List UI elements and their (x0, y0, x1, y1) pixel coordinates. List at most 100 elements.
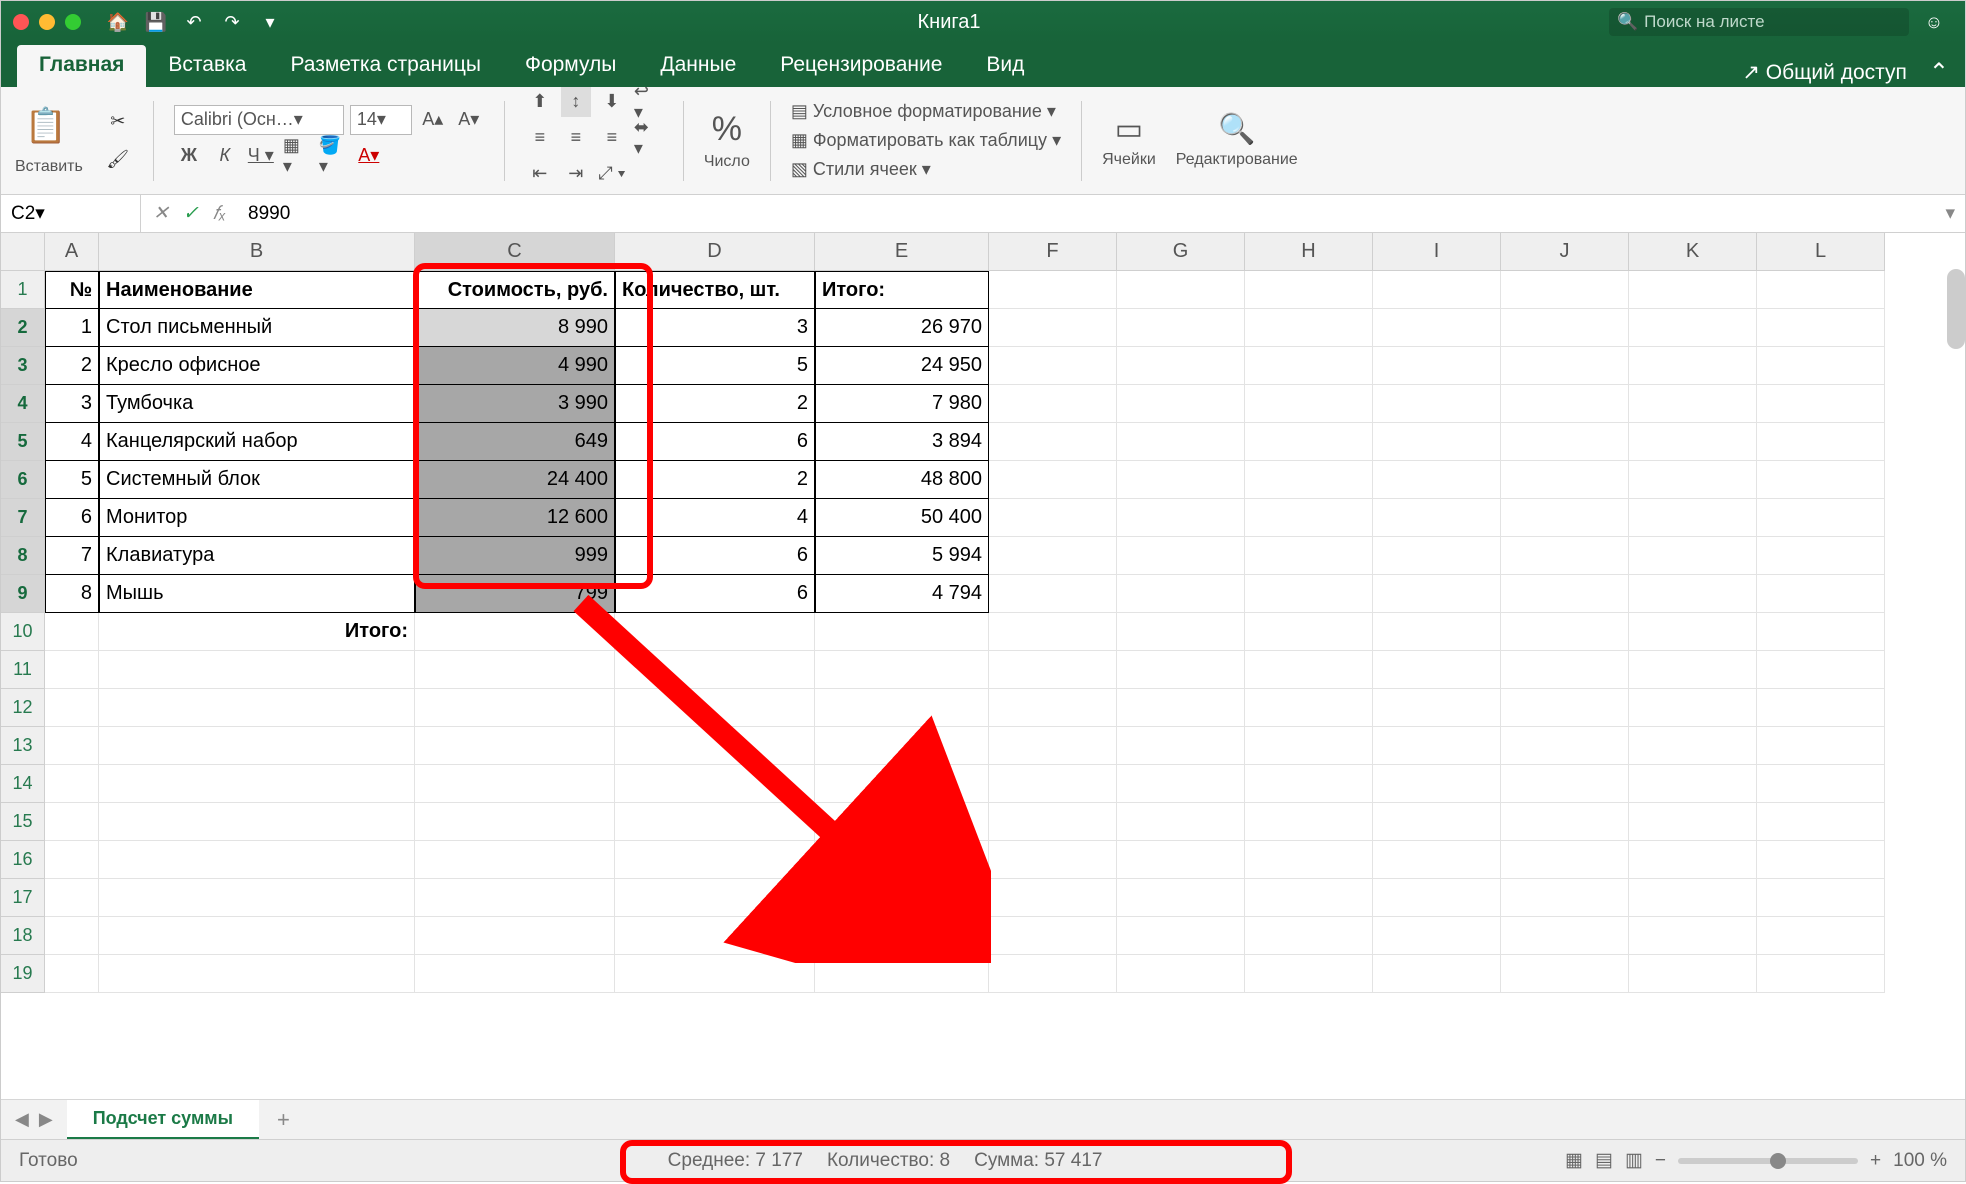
cell[interactable] (815, 651, 989, 689)
col-header[interactable]: K (1629, 233, 1757, 271)
cell[interactable] (989, 879, 1117, 917)
cell[interactable] (45, 955, 99, 993)
cell[interactable] (1245, 575, 1373, 613)
cell[interactable] (815, 841, 989, 879)
col-header[interactable]: J (1501, 233, 1629, 271)
share-button[interactable]: ↗ Общий доступ (1742, 60, 1907, 85)
minimize-icon[interactable] (39, 14, 55, 30)
bold-button[interactable]: Ж (174, 141, 204, 171)
cell[interactable] (989, 841, 1117, 879)
cell[interactable] (1373, 271, 1501, 309)
cell[interactable] (1501, 575, 1629, 613)
align-right-icon[interactable]: ≡ (597, 123, 627, 153)
cell[interactable] (415, 727, 615, 765)
shrink-font-icon[interactable]: A▾ (454, 105, 484, 135)
cell[interactable] (1373, 385, 1501, 423)
cell[interactable] (615, 955, 815, 993)
traffic-lights[interactable] (13, 14, 81, 30)
cell[interactable] (815, 879, 989, 917)
cell[interactable] (989, 917, 1117, 955)
cell[interactable] (415, 613, 615, 651)
cell[interactable] (1117, 917, 1245, 955)
percent-icon[interactable]: % (712, 110, 742, 149)
cell[interactable]: 6 (45, 499, 99, 537)
cell[interactable] (1117, 461, 1245, 499)
cell[interactable] (99, 689, 415, 727)
cell[interactable]: Итого: (99, 613, 415, 651)
row-header[interactable]: 5 (1, 423, 45, 461)
row-header[interactable]: 17 (1, 879, 45, 917)
cell[interactable] (1629, 461, 1757, 499)
cell[interactable] (815, 803, 989, 841)
cell[interactable] (989, 613, 1117, 651)
cell[interactable]: 5 (615, 347, 815, 385)
row-header[interactable]: 15 (1, 803, 45, 841)
cell[interactable] (615, 765, 815, 803)
redo-icon[interactable]: ↷ (219, 9, 245, 35)
merge-icon[interactable]: ⬌ ▾ (633, 123, 663, 153)
smile-icon[interactable]: ☺ (1921, 9, 1947, 35)
row-header[interactable]: 13 (1, 727, 45, 765)
cell[interactable] (1501, 765, 1629, 803)
cells-icon[interactable]: ▭ (1115, 112, 1143, 147)
cell[interactable] (1501, 423, 1629, 461)
cell[interactable] (1373, 613, 1501, 651)
row-header[interactable]: 1 (1, 271, 45, 309)
cell[interactable]: 8 (45, 575, 99, 613)
cell[interactable] (1629, 879, 1757, 917)
cell[interactable] (1373, 499, 1501, 537)
row-header[interactable]: 18 (1, 917, 45, 955)
cell[interactable] (1245, 423, 1373, 461)
cell[interactable]: 3 990 (415, 385, 615, 423)
cell[interactable]: 2 (45, 347, 99, 385)
cell[interactable] (99, 803, 415, 841)
cell[interactable] (1117, 347, 1245, 385)
cell[interactable] (415, 689, 615, 727)
cell[interactable] (1757, 689, 1885, 727)
cell[interactable] (1757, 309, 1885, 347)
cell[interactable]: Наименование (99, 271, 415, 309)
cell[interactable] (1245, 271, 1373, 309)
cell[interactable] (99, 727, 415, 765)
cell[interactable] (1629, 613, 1757, 651)
cell[interactable] (1757, 765, 1885, 803)
tab-home[interactable]: Главная (17, 45, 146, 87)
align-bottom-icon[interactable]: ⬇ (597, 87, 627, 117)
cell[interactable]: 24 400 (415, 461, 615, 499)
cell[interactable] (815, 689, 989, 727)
cell[interactable] (1629, 347, 1757, 385)
tab-review[interactable]: Рецензирование (758, 45, 964, 87)
borders-icon[interactable]: ▦ ▾ (282, 141, 312, 171)
cell[interactable] (1373, 309, 1501, 347)
cells-group[interactable]: ▭ Ячейки (1102, 112, 1156, 169)
cell[interactable] (815, 917, 989, 955)
cell[interactable]: 649 (415, 423, 615, 461)
cell[interactable] (1501, 879, 1629, 917)
cell[interactable] (415, 955, 615, 993)
cell[interactable] (1373, 955, 1501, 993)
cell[interactable]: 48 800 (815, 461, 989, 499)
cell[interactable] (99, 765, 415, 803)
cell[interactable] (1757, 385, 1885, 423)
underline-button[interactable]: Ч ▾ (246, 141, 276, 171)
search-input[interactable]: 🔍 Поиск на листе (1609, 8, 1909, 36)
cell[interactable] (615, 651, 815, 689)
cell[interactable] (1245, 727, 1373, 765)
cell[interactable] (1757, 841, 1885, 879)
cell[interactable] (1245, 879, 1373, 917)
cell[interactable] (1501, 955, 1629, 993)
col-header[interactable]: G (1117, 233, 1245, 271)
tab-layout[interactable]: Разметка страницы (268, 45, 503, 87)
cell[interactable] (1757, 575, 1885, 613)
col-header[interactable]: A (45, 233, 99, 271)
cell[interactable] (1117, 575, 1245, 613)
cell[interactable] (1373, 841, 1501, 879)
cell[interactable] (815, 727, 989, 765)
cell[interactable]: Системный блок (99, 461, 415, 499)
cell[interactable]: 50 400 (815, 499, 989, 537)
maximize-icon[interactable] (65, 14, 81, 30)
cell[interactable] (45, 917, 99, 955)
save-icon[interactable]: 💾 (143, 9, 169, 35)
cell[interactable] (1373, 765, 1501, 803)
view-break-icon[interactable]: ▥ (1625, 1149, 1643, 1172)
